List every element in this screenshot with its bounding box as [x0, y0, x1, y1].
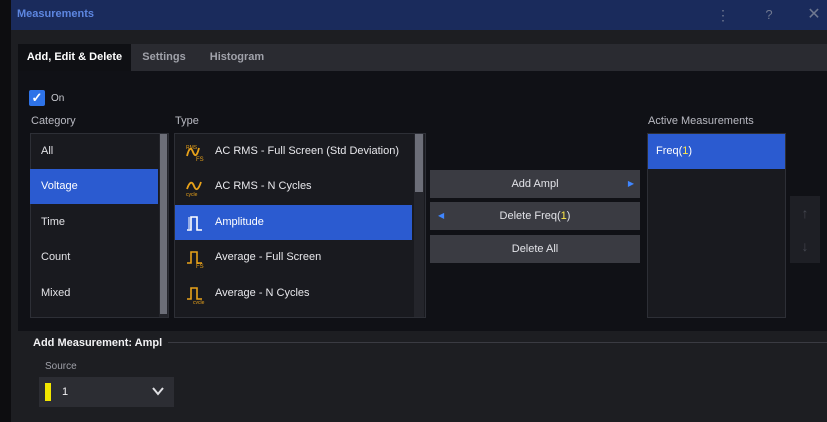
- average-cycle-icon: cycle: [187, 287, 205, 304]
- question-icon[interactable]: ?: [763, 7, 775, 23]
- arrow-right-icon: ▶: [627, 179, 634, 188]
- active-measurement-item[interactable]: Freq(1): [648, 134, 785, 169]
- type-item-ac-rms-full-screen[interactable]: RMS FS AC RMS - Full Screen (Std Deviati…: [175, 134, 412, 169]
- delete-measurement-button[interactable]: ◀ Delete Freq(1): [430, 202, 640, 230]
- svg-text:FS: FS: [196, 157, 204, 162]
- active-item-suffix: ): [688, 145, 693, 157]
- category-item-mixed[interactable]: Mixed: [30, 276, 158, 311]
- category-scroll-thumb[interactable]: [160, 134, 167, 314]
- svg-text:FS: FS: [196, 264, 204, 268]
- tab-histogram[interactable]: Histogram: [197, 44, 277, 71]
- tab-add-edit-delete[interactable]: Add, Edit & Delete: [18, 44, 131, 71]
- type-item-amplitude[interactable]: Amplitude: [175, 205, 412, 240]
- arrow-left-icon: ◀: [438, 211, 445, 220]
- type-item-label: AC RMS - N Cycles: [215, 180, 312, 192]
- move-up-button[interactable]: ↑: [790, 196, 820, 230]
- category-item-all[interactable]: All: [30, 134, 158, 169]
- svg-text:cycle: cycle: [186, 192, 198, 197]
- on-label: On: [51, 93, 65, 104]
- type-item-label: Average - Full Screen: [215, 251, 322, 263]
- type-item-ac-rms-n-cycles[interactable]: cycle AC RMS - N Cycles: [175, 169, 412, 204]
- delete-button-prefix: Delete Freq(: [499, 210, 561, 222]
- category-item-voltage[interactable]: Voltage: [30, 169, 158, 204]
- type-item-average-full-screen[interactable]: FS Average - Full Screen: [175, 240, 412, 275]
- tab-settings[interactable]: Settings: [131, 44, 197, 71]
- ac-rms-cycle-icon: cycle: [186, 181, 202, 197]
- type-item-label: Amplitude: [215, 216, 264, 228]
- arrow-down-icon: ↓: [801, 238, 809, 254]
- add-measurement-label: Add Measurement: Ampl: [33, 337, 163, 349]
- source-value: 1: [62, 386, 69, 398]
- type-item-label: AC RMS - Full Screen (Std Deviation): [215, 145, 399, 157]
- active-measurements-header: Active Measurements: [648, 115, 754, 127]
- add-button-label: Add Ampl: [511, 178, 559, 190]
- active-item-prefix: Freq(: [656, 145, 683, 157]
- source-label: Source: [45, 361, 77, 372]
- category-item-time[interactable]: Time: [30, 205, 158, 240]
- move-down-button[interactable]: ↓: [790, 229, 820, 263]
- type-header: Type: [175, 115, 199, 127]
- close-icon[interactable]: ✕: [806, 7, 822, 23]
- chevron-down-icon[interactable]: [151, 384, 165, 398]
- arrow-up-icon: ↑: [801, 205, 809, 221]
- category-item-count[interactable]: Count: [30, 240, 158, 275]
- average-fs-icon: FS: [187, 251, 204, 268]
- delete-button-suffix: ): [566, 210, 571, 222]
- type-item-label: Average - N Cycles: [215, 287, 310, 299]
- category-header: Category: [31, 115, 76, 127]
- vertical-dots-icon[interactable]: ⋮: [716, 7, 730, 23]
- section-divider: [168, 342, 827, 343]
- add-measurement-button[interactable]: Add Ampl ▶: [430, 170, 640, 198]
- on-checkbox[interactable]: ✓: [29, 90, 45, 106]
- amplitude-icon: [187, 216, 202, 231]
- type-scroll-thumb[interactable]: [415, 134, 423, 192]
- ac-rms-fs-icon: RMS FS: [186, 145, 204, 162]
- svg-text:cycle: cycle: [193, 300, 205, 304]
- type-item-average-n-cycles[interactable]: cycle Average - N Cycles: [175, 276, 412, 311]
- channel-color-swatch: [45, 383, 51, 401]
- svg-text:RMS: RMS: [186, 145, 198, 151]
- window-title: Measurements: [17, 8, 95, 20]
- delete-all-button[interactable]: Delete All: [430, 235, 640, 263]
- title-bar: [11, 0, 827, 30]
